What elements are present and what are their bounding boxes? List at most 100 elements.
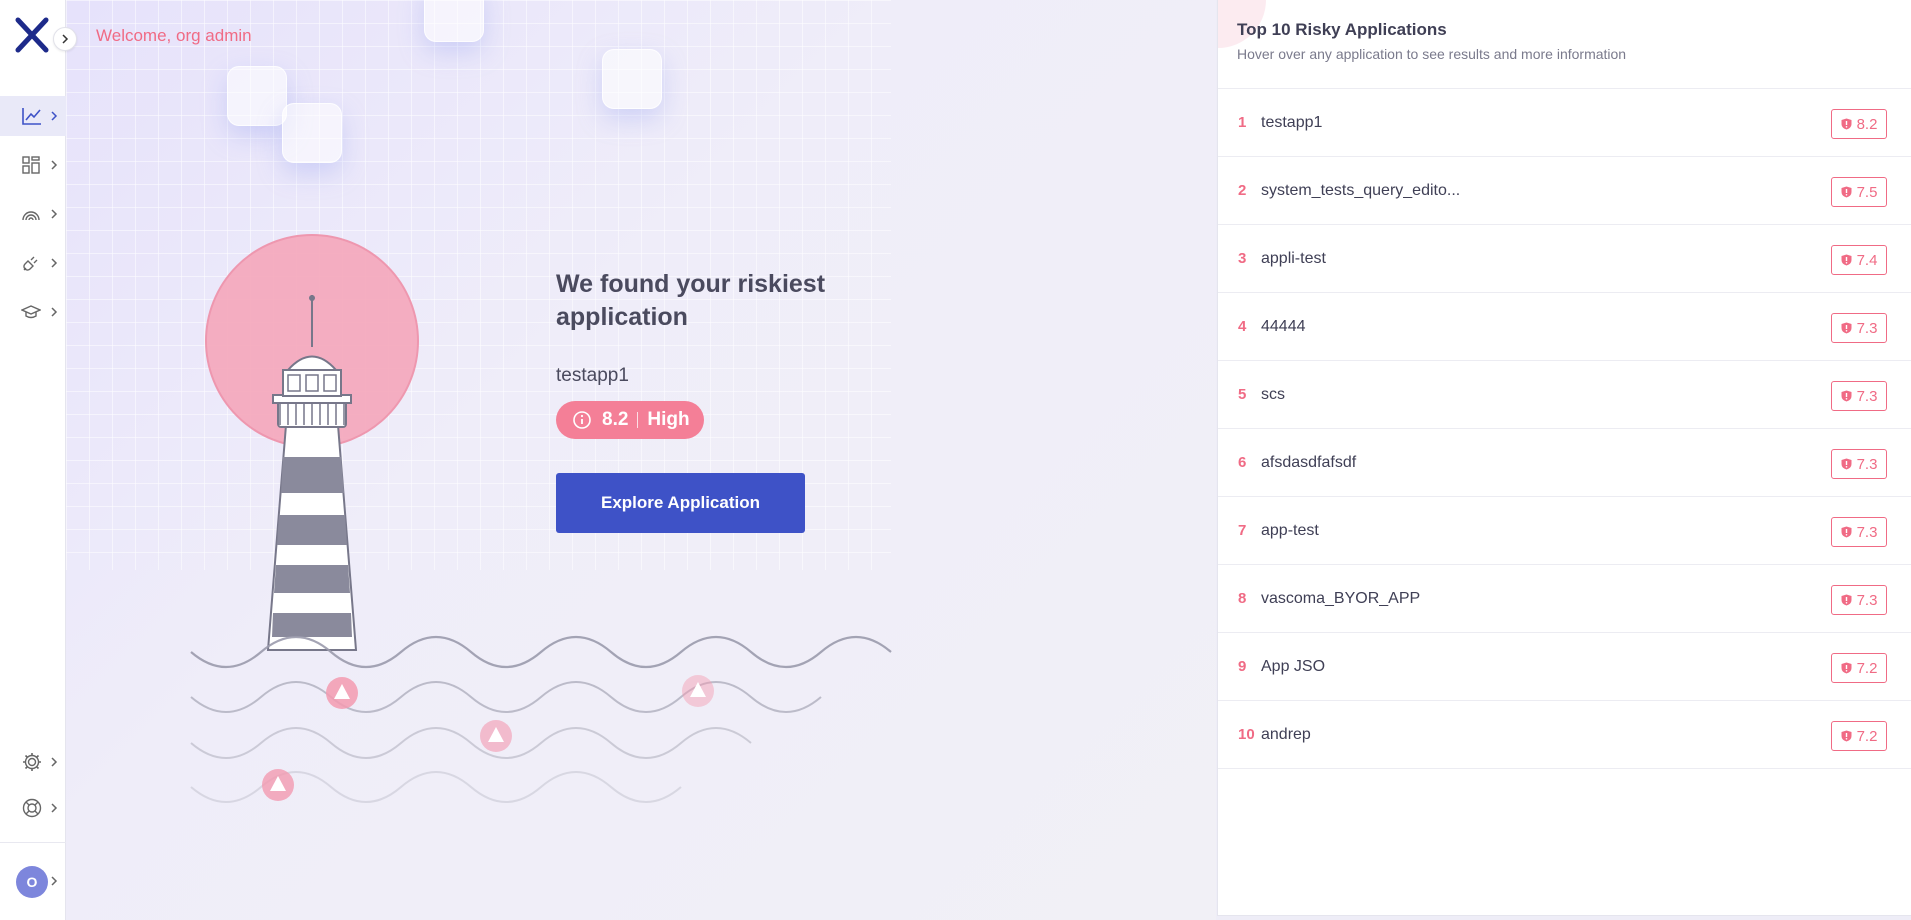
app-rank: 2 [1238, 182, 1247, 199]
chevron-right-icon [51, 258, 58, 268]
risky-app-row[interactable]: 4 44444 7.3 [1218, 293, 1911, 361]
decorative-tile [282, 103, 342, 163]
risk-severity-label: High [647, 409, 690, 430]
shield-icon [1841, 526, 1852, 538]
app-name: appli-test [1261, 249, 1326, 267]
riskiest-app-headline: We found your riskiest application [556, 270, 826, 331]
app-name: andrep [1261, 725, 1311, 743]
risky-app-row[interactable]: 10 andrep 7.2 [1218, 701, 1911, 769]
app-name: testapp1 [1261, 113, 1323, 131]
shield-icon [1841, 458, 1852, 470]
chevron-right-icon [51, 111, 58, 121]
warning-icon [682, 675, 714, 707]
sidebar-item-dashboard[interactable] [0, 96, 66, 136]
risky-app-row[interactable]: 8 vascoma_BYOR_APP 7.3 [1218, 565, 1911, 633]
decorative-tile [424, 0, 484, 42]
risky-app-row[interactable]: 6 afsdasdfafsdf 7.3 [1218, 429, 1911, 497]
risk-score-value: 7.3 [1856, 387, 1878, 405]
warning-icon [326, 677, 358, 709]
app-name: App JSO [1261, 657, 1326, 675]
risky-app-row[interactable]: 2 system_tests_query_edito... 7.5 [1218, 157, 1911, 225]
sidebar-item-help[interactable] [0, 788, 66, 828]
main-content: Welcome, org admin We found your riskies… [66, 0, 1216, 920]
app-rank: 7 [1238, 522, 1247, 539]
sidebar-item-scans[interactable] [0, 194, 66, 234]
risk-score-badge: 7.4 [1831, 245, 1887, 275]
risk-score-value: 7.3 [1856, 319, 1878, 337]
risk-score-value: 7.2 [1856, 659, 1878, 677]
app-name: vascoma_BYOR_APP [1261, 589, 1421, 607]
explore-application-button[interactable]: Explore Application [556, 473, 805, 533]
sidebar-item-integrations[interactable] [0, 243, 66, 283]
app-name: afsdasdfafsdf [1261, 453, 1357, 471]
risk-score-value: 7.3 [1856, 591, 1878, 609]
chevron-right-icon [51, 307, 58, 317]
app-rank: 3 [1238, 250, 1247, 267]
risk-score-value: 7.4 [1856, 251, 1878, 269]
app-rank: 10 [1238, 726, 1255, 743]
risky-app-row[interactable]: 1 testapp1 8.2 [1218, 89, 1911, 157]
logo-icon[interactable] [15, 17, 49, 53]
plug-icon [23, 256, 38, 271]
risk-score-value: 8.2 [1856, 115, 1878, 133]
app-name: scs [1261, 385, 1285, 403]
gear-icon [23, 753, 41, 771]
expand-sidebar-button[interactable] [53, 27, 77, 51]
risk-score-value: 7.5 [1856, 183, 1878, 201]
risky-app-row[interactable]: 7 app-test 7.3 [1218, 497, 1911, 565]
risk-score-badge: 7.2 [1831, 653, 1887, 683]
risky-app-row[interactable]: 3 appli-test 7.4 [1218, 225, 1911, 293]
shield-icon [1841, 390, 1852, 402]
risk-score-badge: 7.2 [1831, 721, 1887, 751]
chevron-right-icon [51, 209, 58, 219]
app-name: system_tests_query_edito... [1261, 181, 1461, 199]
chevron-right-icon [51, 160, 58, 170]
chevron-right-icon [62, 34, 69, 44]
sidebar-item-settings[interactable] [0, 742, 66, 782]
risky-app-row[interactable]: 9 App JSO 7.2 [1218, 633, 1911, 701]
decorative-tile [227, 66, 287, 126]
warning-icon [262, 769, 294, 801]
risky-apps-panel: Top 10 Risky Applications Hover over any… [1217, 0, 1911, 916]
riskiest-app-name: testapp1 [556, 365, 629, 386]
panel-title: Top 10 Risky Applications [1237, 20, 1447, 39]
shield-icon [1841, 662, 1852, 674]
divider [637, 412, 639, 428]
risk-score-badge: 7.3 [1831, 517, 1887, 547]
app-rank: 8 [1238, 590, 1247, 607]
shield-icon [1841, 118, 1852, 130]
risk-score-badge: 7.3 [1831, 313, 1887, 343]
welcome-text: Welcome, org admin [96, 26, 252, 45]
divider [0, 842, 66, 843]
sidebar-item-learning[interactable] [0, 292, 66, 332]
risk-score-badge: 8.2 High [556, 401, 704, 439]
risky-app-row[interactable]: 5 scs 7.3 [1218, 361, 1911, 429]
chevron-right-icon [51, 757, 58, 767]
risk-score-value: 8.2 [602, 409, 629, 430]
risk-score-badge: 7.3 [1831, 449, 1887, 479]
risk-score-value: 7.3 [1856, 455, 1878, 473]
shield-icon [1841, 594, 1852, 606]
app-rank: 6 [1238, 454, 1247, 471]
warning-icon [480, 720, 512, 752]
risk-score-value: 7.2 [1856, 727, 1878, 745]
avatar[interactable]: O [16, 866, 48, 898]
risk-score-badge: 8.2 [1831, 109, 1887, 139]
chart-line-icon [22, 108, 41, 125]
chevron-right-icon [51, 876, 58, 886]
radar-icon [22, 211, 40, 221]
decorative-tile [602, 49, 662, 109]
app-rank: 4 [1238, 318, 1247, 335]
shield-icon [1841, 186, 1852, 198]
info-icon [573, 411, 591, 429]
app-rank: 5 [1238, 386, 1247, 403]
lifebuoy-icon [22, 798, 42, 818]
shield-icon [1841, 730, 1852, 742]
app-name: app-test [1261, 521, 1319, 539]
dashboard-grid-icon [22, 156, 40, 174]
sidebar: O [0, 0, 77, 920]
app-rank: 9 [1238, 658, 1247, 675]
sidebar-item-applications[interactable] [0, 145, 66, 185]
risk-score-badge: 7.3 [1831, 381, 1887, 411]
risk-score-badge: 7.5 [1831, 177, 1887, 207]
